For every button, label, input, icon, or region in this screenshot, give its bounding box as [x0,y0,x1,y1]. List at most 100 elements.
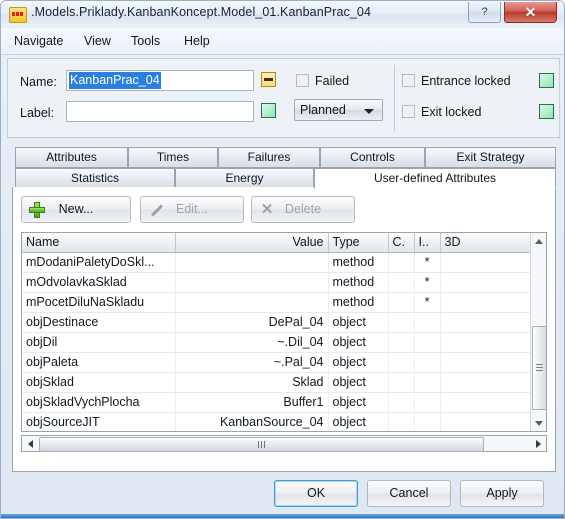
horizontal-scroll-thumb[interactable] [39,437,484,452]
label-color-swatch[interactable] [261,103,276,118]
cancel-button[interactable]: Cancel [367,480,451,507]
tab-attributes[interactable]: Attributes [15,147,128,168]
menu-item-help[interactable]: Help [179,32,215,50]
user-defined-attributes-panel: New... Edit... ✕ Delete Name Value Type … [12,187,556,472]
cell-name: objSklad [22,372,176,393]
cell-i [414,312,441,333]
tab-energy[interactable]: Energy [175,168,314,189]
col-header-i[interactable]: I.. [414,233,441,253]
col-header-value[interactable]: Value [175,233,329,253]
vertical-scroll-thumb[interactable] [532,326,546,410]
new-button[interactable]: New... [21,196,131,223]
table-row[interactable]: objDestinace DePal_04 object [22,312,532,333]
failed-checkbox[interactable] [296,74,309,87]
scroll-down-icon[interactable] [531,415,546,431]
cell-name: mOdvolavkaSklad [22,272,176,293]
failed-checkbox-label: Failed [315,74,350,88]
table-horizontal-scrollbar[interactable] [21,435,547,452]
cell-type: object [328,372,389,393]
cell-c [388,352,415,373]
cell-value [175,252,329,273]
close-icon[interactable]: ✕ [504,2,557,23]
x-icon: ✕ [260,201,274,218]
name-input[interactable]: KanbanPrac_04 [66,70,254,91]
label-input[interactable] [66,101,254,122]
taskbar-strip [1,514,564,518]
name-color-swatch[interactable] [261,72,276,87]
cell-c [388,252,415,273]
cell-value: KanbanSource_04 [175,412,329,431]
col-header-name[interactable]: Name [22,233,176,253]
apply-button[interactable]: Apply [460,480,544,507]
state-combo[interactable]: Planned [294,99,383,121]
tab-failures[interactable]: Failures [218,147,320,168]
menu-item-view[interactable]: View [79,32,116,50]
title-bar[interactable]: .Models.Priklady.KanbanKoncept.Model_01.… [1,1,564,29]
cell-3d [440,352,532,373]
cell-3d [440,412,532,431]
tab-times[interactable]: Times [128,147,218,168]
attributes-table-container: Name Value Type C. I.. 3D mDodaniPaletyD… [21,232,547,432]
cell-c [388,272,415,293]
panel-divider [394,65,395,131]
cell-type: object [328,392,389,413]
scroll-up-icon[interactable] [531,233,546,249]
cell-3d [440,312,532,333]
cell-name: objPaleta [22,352,176,373]
entrance-locked-checkbox[interactable] [402,74,415,87]
table-vertical-scrollbar[interactable] [530,233,546,431]
pencil-icon [148,202,164,218]
window-title: .Models.Priklady.KanbanKoncept.Model_01.… [31,5,372,19]
entrance-color-swatch[interactable] [539,73,554,88]
name-input-value: KanbanPrac_04 [69,72,161,89]
table-row[interactable]: objSklad Sklad object [22,372,532,393]
col-header-type[interactable]: Type [328,233,389,253]
cell-value: ~.Pal_04 [175,352,329,373]
cell-type: object [328,312,389,333]
table-row[interactable]: mDodaniPaletyDoSkl... method * [22,252,532,273]
dialog-window: .Models.Priklady.KanbanKoncept.Model_01.… [0,0,565,519]
menu-item-tools[interactable]: Tools [126,32,165,50]
cell-3d [440,332,532,353]
cell-c [388,292,415,313]
cell-c [388,392,415,413]
cell-type: object [328,352,389,373]
col-header-3d[interactable]: 3D [440,233,532,253]
cell-value: Buffer1 [175,392,329,413]
edit-button[interactable]: Edit... [140,196,244,223]
exit-locked-label: Exit locked [421,105,482,119]
cell-i: * [414,292,441,313]
tab-user-defined-attributes[interactable]: User-defined Attributes [314,168,556,189]
tab-controls[interactable]: Controls [320,147,425,168]
ok-button[interactable]: OK [274,480,358,507]
exit-color-swatch[interactable] [539,104,554,119]
tab-exit-strategy[interactable]: Exit Strategy [425,147,556,168]
table-row[interactable]: objPaleta ~.Pal_04 object [22,352,532,373]
col-header-c[interactable]: C. [388,233,415,253]
cell-name: objDestinace [22,312,176,333]
delete-button-label: Delete [284,202,322,216]
cell-i [414,352,441,373]
identity-panel: Name: KanbanPrac_04 Label: Failed Planne… [7,58,560,138]
table-row[interactable]: mPocetDiluNaSkladu method * [22,292,532,313]
table-row[interactable]: objSkladVychPlocha Buffer1 object [22,392,532,413]
menu-item-navigate[interactable]: Navigate [9,32,68,50]
tab-statistics[interactable]: Statistics [15,168,175,189]
help-button[interactable]: ? [468,2,501,23]
table-row[interactable]: objSourceJIT KanbanSource_04 object [22,412,532,431]
chevron-down-icon [364,109,374,114]
scroll-left-icon[interactable] [22,436,38,451]
cell-name: objDil [22,332,176,353]
attributes-table: Name Value Type C. I.. 3D mDodaniPaletyD… [22,233,532,431]
cell-type: object [328,412,389,431]
delete-button[interactable]: ✕ Delete [251,196,355,223]
table-row[interactable]: mOdvolavkaSklad method * [22,272,532,293]
cell-c [388,412,415,431]
cell-value: ~.Dil_04 [175,332,329,353]
exit-locked-checkbox[interactable] [402,105,415,118]
scroll-right-icon[interactable] [530,436,546,451]
entrance-locked-label: Entrance locked [421,74,511,88]
cell-type: method [328,252,389,273]
cell-name: mPocetDiluNaSkladu [22,292,176,313]
table-row[interactable]: objDil ~.Dil_04 object [22,332,532,353]
